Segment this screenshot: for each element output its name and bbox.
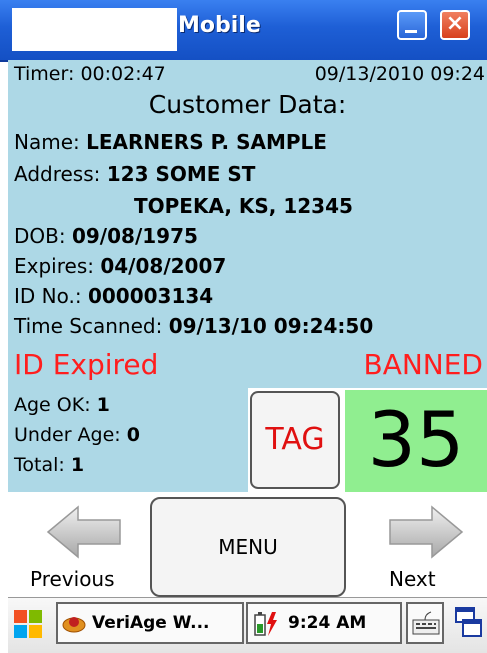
- address-line1: 123 SOME ST: [106, 162, 256, 186]
- scanned-value: 09/13/10 09:24:50: [168, 314, 374, 338]
- current-datetime: 09/13/2010 09:24: [314, 63, 485, 85]
- timer-value: 00:02:47: [80, 63, 166, 85]
- veriage-app-icon: [62, 617, 86, 633]
- big-count-value: 35: [367, 395, 465, 484]
- next-arrow-icon[interactable]: [386, 505, 466, 559]
- age-ok-row: Age OK: 1: [14, 394, 110, 416]
- title-bar: Mobile ×: [0, 0, 487, 62]
- keyboard-button[interactable]: [406, 602, 444, 644]
- next-label[interactable]: Next: [389, 567, 436, 591]
- expires-label: Expires:: [14, 254, 94, 278]
- address-line2: TOPEKA, KS, 12345: [134, 194, 353, 218]
- window-title: Mobile: [178, 13, 261, 38]
- expires-row: Expires: 04/08/2007: [14, 254, 226, 278]
- address-label: Address:: [14, 162, 101, 186]
- previous-arrow-icon[interactable]: [44, 505, 124, 559]
- under-age-value: 0: [126, 424, 140, 446]
- veriage-task-label: VeriAge W...: [92, 613, 210, 633]
- menu-button[interactable]: MENU: [150, 497, 346, 597]
- name-value: LEARNERS P. SAMPLE: [86, 130, 327, 154]
- dob-value: 09/08/1975: [71, 224, 198, 248]
- battery-icon: [254, 612, 277, 636]
- id-row: ID No.: 000003134: [14, 284, 213, 308]
- scanned-row: Time Scanned: 09/13/10 09:24:50: [14, 314, 373, 338]
- name-row: Name: LEARNERS P. SAMPLE: [14, 130, 327, 154]
- age-ok-value: 1: [96, 394, 110, 416]
- veriage-task-button[interactable]: VeriAge W...: [56, 602, 244, 644]
- total-row: Total: 1: [14, 454, 84, 476]
- dob-label: DOB:: [14, 224, 66, 248]
- minimize-button[interactable]: [397, 10, 427, 40]
- total-value: 1: [70, 454, 85, 476]
- under-age-label: Under Age:: [14, 424, 121, 446]
- counts-panel: Age OK: 1 Under Age: 0 Total: 1: [8, 388, 248, 498]
- id-expired-alert: ID Expired: [14, 348, 159, 381]
- timer: Timer: 00:02:47: [14, 63, 166, 85]
- system-tray[interactable]: 9:24 AM: [246, 602, 402, 644]
- name-label: Name:: [14, 130, 80, 154]
- under-age-row: Under Age: 0: [14, 424, 140, 446]
- switch-windows-icon[interactable]: [454, 606, 484, 640]
- customer-panel: Timer: 00:02:47 09/13/2010 09:24 Custome…: [8, 60, 487, 388]
- tag-button[interactable]: TAG: [250, 391, 340, 489]
- id-label: ID No.:: [14, 284, 82, 308]
- clock: 9:24 AM: [288, 613, 367, 633]
- windows-start-icon[interactable]: [12, 608, 44, 640]
- dob-row: DOB: 09/08/1975: [14, 224, 198, 248]
- timer-label: Timer:: [14, 63, 75, 85]
- big-count-display: 35: [345, 390, 487, 492]
- age-ok-label: Age OK:: [14, 394, 91, 416]
- id-value: 000003134: [87, 284, 214, 308]
- taskbar: VeriAge W... 9:24 AM: [8, 597, 487, 653]
- previous-label[interactable]: Previous: [30, 567, 115, 591]
- expires-value: 04/08/2007: [100, 254, 227, 278]
- total-label: Total:: [14, 454, 65, 476]
- address-row: Address: 123 SOME ST: [14, 162, 255, 186]
- scanned-label: Time Scanned:: [14, 314, 163, 338]
- close-button[interactable]: ×: [440, 10, 470, 40]
- keyboard-icon: [412, 611, 440, 635]
- banned-alert: BANNED: [363, 348, 483, 381]
- title-bar-blank-area: [12, 8, 177, 51]
- customer-data-heading: Customer Data:: [148, 90, 347, 119]
- device-screen: Mobile × Timer: 00:02:47 09/13/2010 09:2…: [0, 0, 487, 653]
